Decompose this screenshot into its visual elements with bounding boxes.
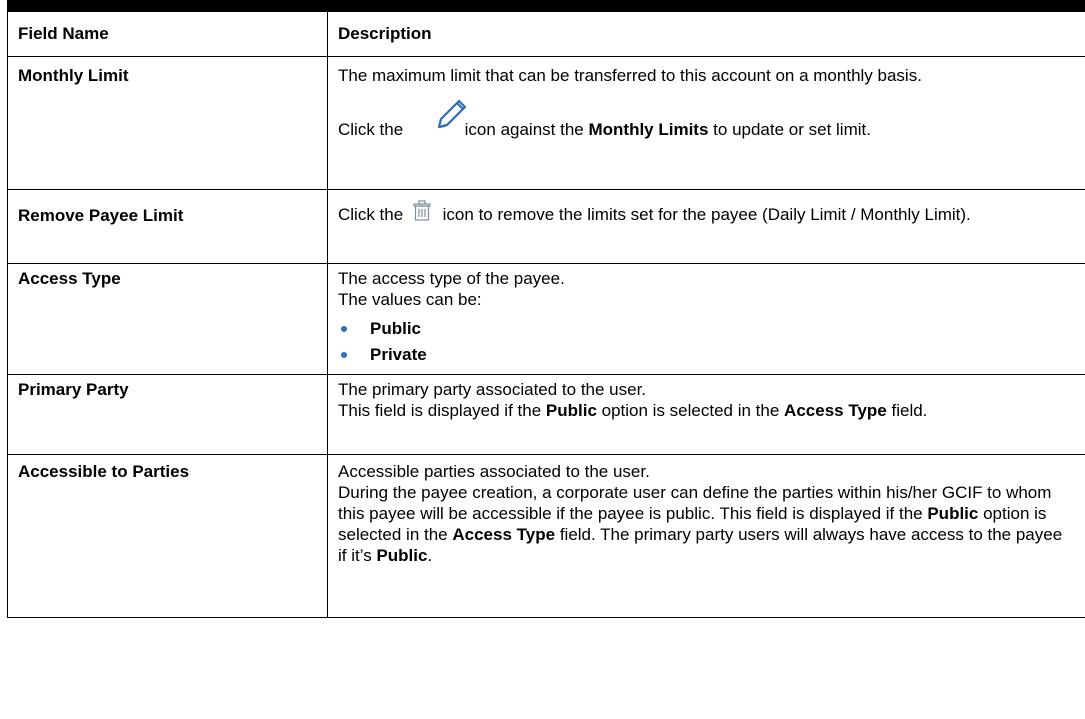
field-name: Monthly Limit: [18, 66, 129, 85]
list-item: Private: [338, 344, 1075, 370]
trash-icon[interactable]: [412, 200, 432, 222]
table-row: Remove Payee Limit Click the icon to rem…: [7, 189, 1085, 264]
table-row: Accessible to Parties Accessible parties…: [7, 454, 1085, 618]
description-text: The values can be:: [338, 290, 482, 309]
field-name-cell: Access Type: [7, 263, 328, 375]
table-row: Primary Party The primary party associat…: [7, 374, 1085, 455]
description-cell: The primary party associated to the user…: [327, 374, 1085, 455]
field-description-table: Field Name Description Monthly Limit The…: [7, 11, 1085, 618]
header-field-name: Field Name: [7, 11, 328, 57]
description-cell: Click the icon to remove the limits set …: [327, 189, 1085, 264]
click-instruction: Click the icon against the Monthly Limit…: [338, 97, 1075, 142]
bullet-icon: [341, 326, 347, 332]
field-name-cell: Primary Party: [7, 374, 328, 455]
description-text: The access type of the payee.: [338, 269, 565, 288]
field-name-cell: Accessible to Parties: [7, 454, 328, 618]
field-name: Access Type: [18, 269, 121, 288]
table-header-row: Field Name Description: [7, 11, 1085, 57]
field-name-cell: Remove Payee Limit: [7, 189, 328, 264]
description-cell: The maximum limit that can be transferre…: [327, 56, 1085, 190]
description-text: Accessible parties associated to the use…: [338, 462, 650, 481]
bullet-icon: [341, 352, 347, 358]
field-name: Primary Party: [18, 380, 129, 399]
description-cell: The access type of the payee. The values…: [327, 263, 1085, 375]
table-row: Access Type The access type of the payee…: [7, 263, 1085, 375]
list-item: Public: [338, 318, 1075, 344]
description-text: During the payee creation, a corporate u…: [338, 483, 1063, 565]
top-rule: [7, 0, 1085, 11]
pencil-icon[interactable]: [431, 95, 471, 135]
field-name: Remove Payee Limit: [18, 206, 184, 225]
description-text: The maximum limit that can be transferre…: [338, 66, 922, 85]
description-text: The primary party associated to the user…: [338, 380, 647, 399]
description-cell: Accessible parties associated to the use…: [327, 454, 1085, 618]
table-row: Monthly Limit The maximum limit that can…: [7, 56, 1085, 190]
field-name-cell: Monthly Limit: [7, 56, 328, 190]
field-name: Accessible to Parties: [18, 462, 190, 481]
header-description: Description: [327, 11, 1085, 57]
description-text: This field is displayed if the Public op…: [338, 401, 928, 420]
values-list: Public Private: [338, 318, 1075, 370]
